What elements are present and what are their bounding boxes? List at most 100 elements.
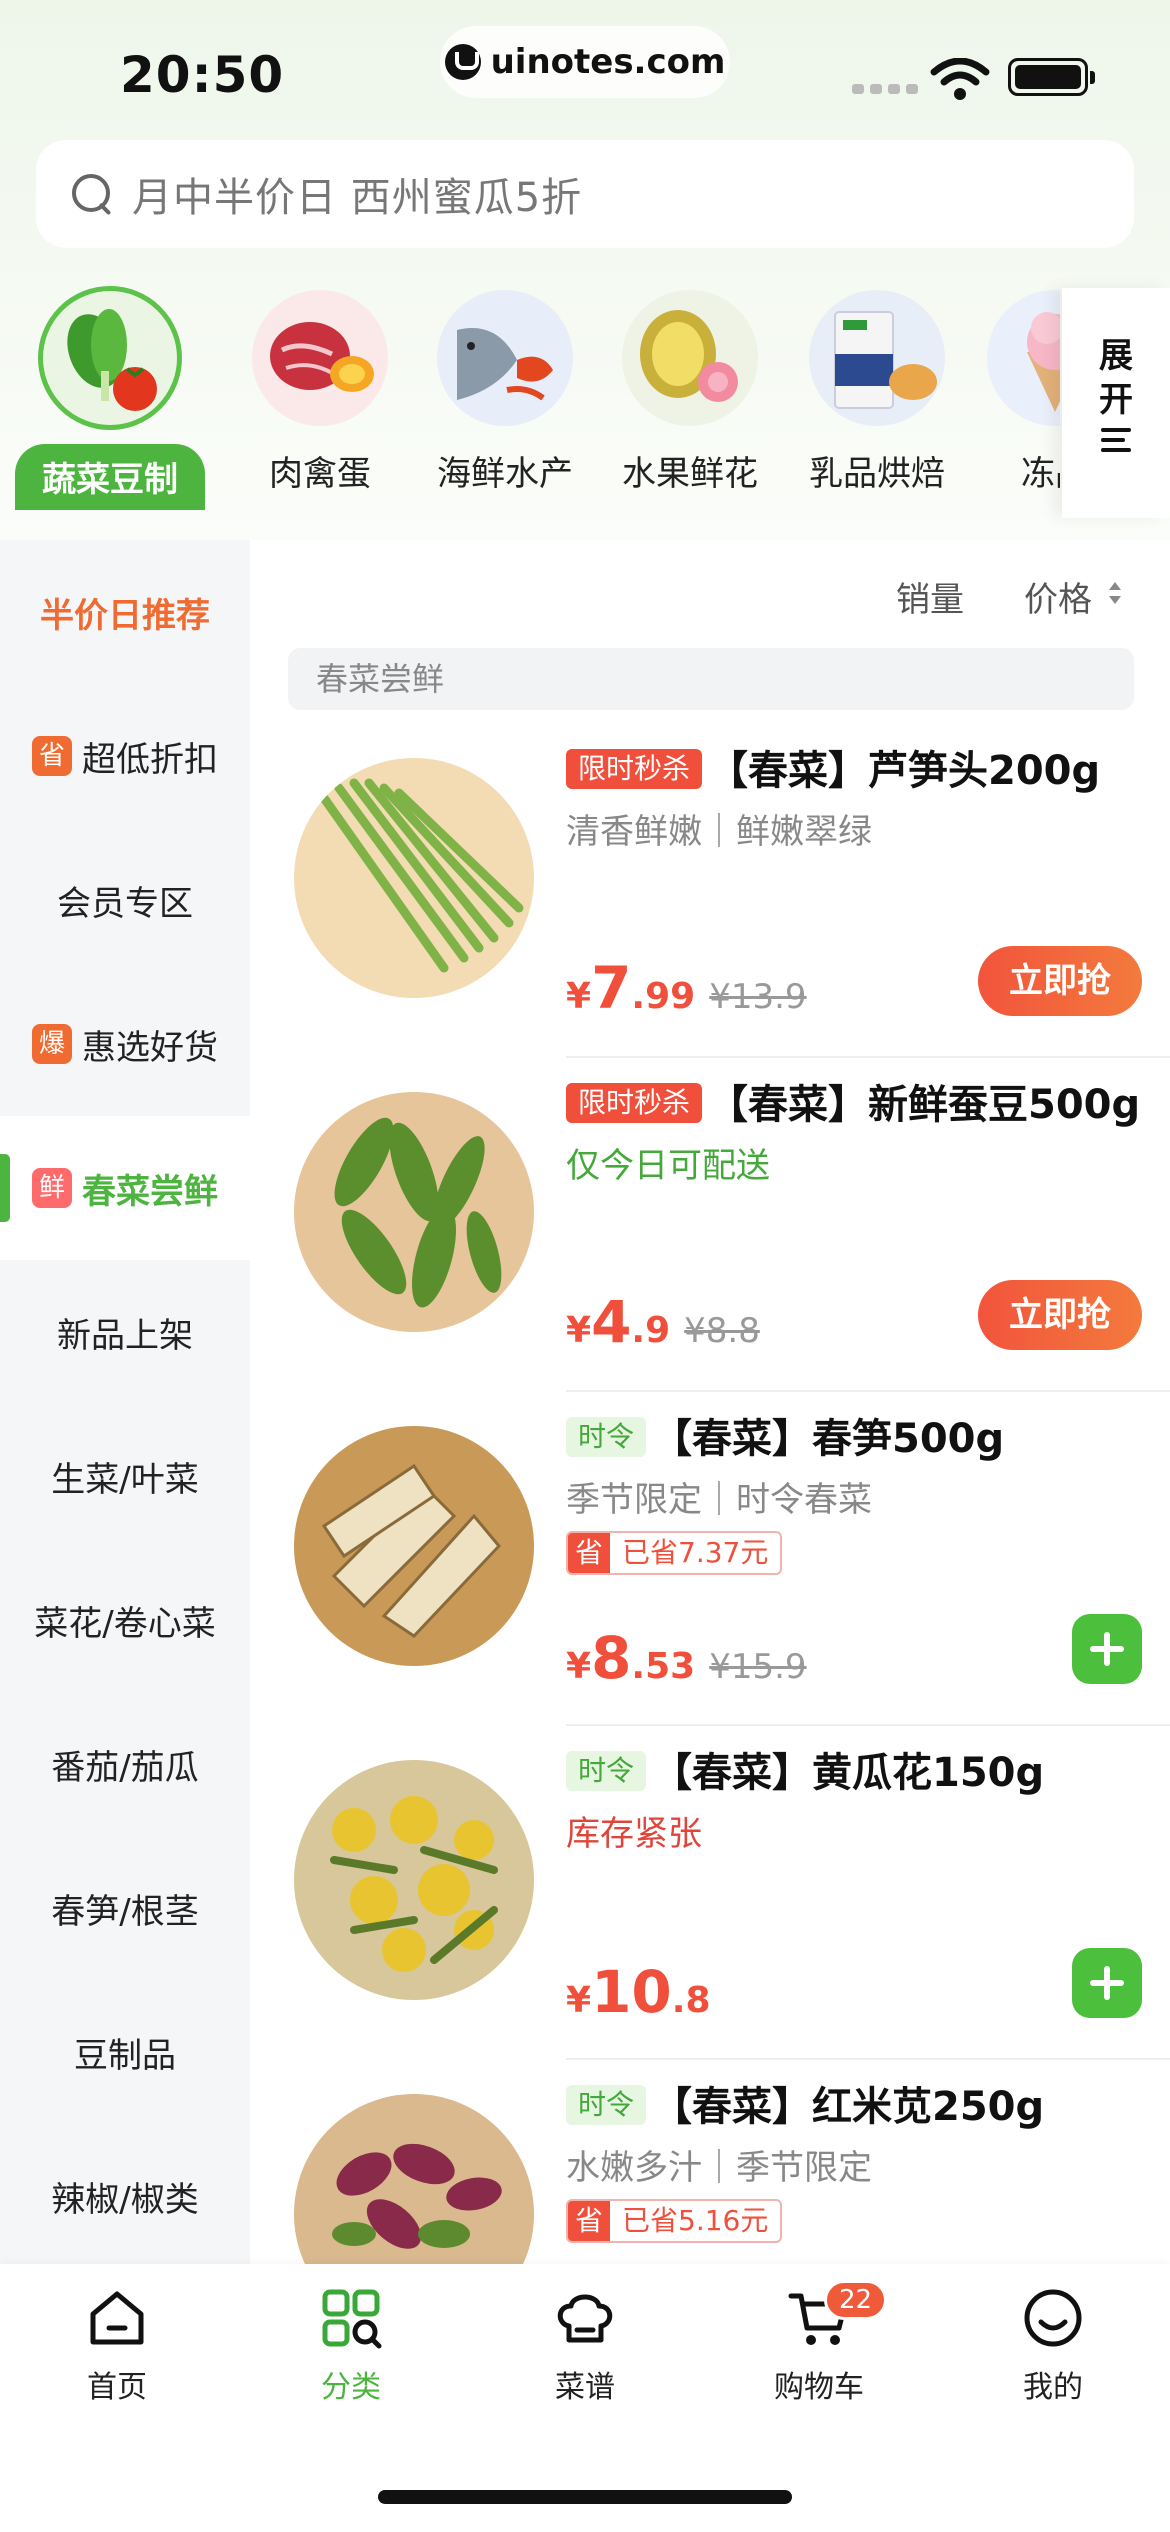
sidebar-item-peppers[interactable]: 辣椒/椒类 <box>0 2124 250 2264</box>
sidebar-item-label: 生菜/叶菜 <box>51 1459 199 1500</box>
category-frozen[interactable]: 冻品 <box>960 280 1060 510</box>
sidebar-item-label: 新品上架 <box>57 1315 193 1356</box>
grab-now-button[interactable]: 立即抢 <box>978 946 1142 1016</box>
frozen-icon <box>987 290 1060 426</box>
category-sidebar: 半价日推荐 省 超低折扣 会员专区 爆 惠选好货 鲜 春菜尝鲜 新品上架 生菜/… <box>0 540 250 2264</box>
product-card[interactable]: 时令 【春菜】红米苋250g 水嫩多汁｜季节限定 省已省5.16元 <box>250 2060 1170 2264</box>
meat-icon <box>252 290 388 426</box>
nav-label: 首页 <box>87 2370 147 2405</box>
nav-category[interactable]: 分类 <box>234 2286 468 2406</box>
flash-sale-tag: 限时秒杀 <box>566 1083 703 1123</box>
product-price: ¥4.9 ¥8.8 <box>566 1288 760 1356</box>
battery-icon <box>1008 58 1095 96</box>
category-label: 海鲜水产 <box>437 454 573 494</box>
product-card[interactable]: 时令 【春菜】黄瓜花150g 库存紧张 ¥10.8 <box>250 1726 1170 2060</box>
add-to-cart-button[interactable] <box>1072 1948 1142 2018</box>
product-info: 时令 【春菜】春笋500g 季节限定｜时令春菜 省已省7.37元 <box>566 1412 1146 1575</box>
sort-by-sales[interactable]: 销量 <box>896 572 964 621</box>
sidebar-item-label: 辣椒/椒类 <box>51 2179 199 2220</box>
search-placeholder: 月中半价日 西州蜜瓜5折 <box>132 175 583 221</box>
sidebar-item-tomato[interactable]: 番茄/茄瓜 <box>0 1692 250 1836</box>
sidebar-item-label: 番茄/茄瓜 <box>51 1747 199 1788</box>
vegetables-icon <box>38 286 182 430</box>
fresh-badge-icon: 鲜 <box>32 1168 72 1208</box>
product-info: 时令 【春菜】红米苋250g 水嫩多汁｜季节限定 省已省5.16元 <box>566 2080 1146 2243</box>
sidebar-item-cauliflower[interactable]: 菜花/卷心菜 <box>0 1548 250 1692</box>
category-fruit[interactable]: 水果鲜花 <box>595 280 785 510</box>
status-time: 20:50 <box>120 46 285 104</box>
sidebar-item-leafy-greens[interactable]: 生菜/叶菜 <box>0 1404 250 1548</box>
sidebar-item-label: 豆制品 <box>74 2035 176 2076</box>
nav-label: 菜谱 <box>555 2370 615 2405</box>
cart-count-badge: 22 <box>824 2280 888 2320</box>
bamboo-shoot-image <box>294 1426 534 1666</box>
product-price: ¥7.99 ¥13.9 <box>566 954 807 1022</box>
sidebar-item-half-price[interactable]: 半价日推荐 <box>0 540 250 684</box>
product-price: ¥8.53 ¥15.9 <box>566 1624 807 1692</box>
category-seafood[interactable]: 海鲜水产 <box>410 280 600 510</box>
seafood-icon <box>437 290 573 426</box>
product-title: 时令 【春菜】黄瓜花150g <box>566 1746 1146 1800</box>
sidebar-item-member[interactable]: 会员专区 <box>0 828 250 972</box>
product-title: 时令 【春菜】红米苋250g <box>566 2080 1146 2134</box>
nav-profile[interactable]: 我的 <box>936 2286 1170 2406</box>
category-meat[interactable]: 肉禽蛋 <box>225 280 415 510</box>
category-dairy[interactable]: 乳品烘焙 <box>782 280 972 510</box>
uinotes-logo-icon <box>444 44 481 80</box>
url-pill: uinotes.com <box>440 26 730 98</box>
product-title: 限时秒杀 【春菜】新鲜蚕豆500g <box>566 1078 1146 1132</box>
savings-badge: 省已省5.16元 <box>566 2199 783 2243</box>
product-subtitle: 清香鲜嫩｜鲜嫩翠绿 <box>566 812 872 852</box>
product-price: ¥10.8 <box>566 1958 711 2026</box>
nav-cart[interactable]: 22 购物车 <box>702 2280 936 2406</box>
expand-categories-button[interactable]: 展开 <box>1062 288 1170 518</box>
category-strip: 蔬菜豆制品 肉禽蛋 海鲜水产 <box>0 280 1060 510</box>
search-bar[interactable]: 月中半价日 西州蜜瓜5折 <box>36 140 1134 248</box>
product-card[interactable]: 限时秒杀 【春菜】新鲜蚕豆500g 仅今日可配送 ¥4.9 ¥8.8 立即抢 <box>250 1058 1170 1392</box>
category-vegetables[interactable]: 蔬菜豆制品 <box>15 280 205 510</box>
category-label: 乳品烘焙 <box>809 454 945 494</box>
home-icon <box>90 2291 144 2345</box>
sidebar-item-discount[interactable]: 省 超低折扣 <box>0 684 250 828</box>
category-label: 冻品 <box>1021 454 1060 494</box>
sort-by-price[interactable]: 价格 <box>1024 572 1092 621</box>
category-label: 肉禽蛋 <box>269 454 371 494</box>
sidebar-item-roots[interactable]: 春笋/根茎 <box>0 1836 250 1980</box>
url-text: uinotes.com <box>490 42 726 82</box>
product-title: 限时秒杀 【春菜】芦笋头200g <box>566 744 1146 798</box>
sidebar-item-hot-deals[interactable]: 爆 惠选好货 <box>0 972 250 1116</box>
nav-recipes[interactable]: 菜谱 <box>468 2286 702 2406</box>
sidebar-item-label: 半价日推荐 <box>40 595 210 636</box>
grab-now-button[interactable]: 立即抢 <box>978 1280 1142 1350</box>
search-icon <box>70 172 114 216</box>
save-badge-icon: 省 <box>32 736 72 776</box>
signal-icon <box>852 84 918 94</box>
sort-bar: 销量 价格 <box>250 560 1170 630</box>
product-info: 限时秒杀 【春菜】新鲜蚕豆500g 仅今日可配送 <box>566 1078 1146 1187</box>
sidebar-item-tofu[interactable]: 豆制品 <box>0 1980 250 2124</box>
save-icon: 省 <box>568 2201 610 2241</box>
menu-lines-icon <box>1101 428 1131 454</box>
sort-arrows-icon <box>1108 580 1122 610</box>
chef-hat-icon <box>557 2294 613 2343</box>
original-price: ¥15.9 <box>709 1647 807 1687</box>
nav-home[interactable]: 首页 <box>0 2286 234 2406</box>
dairy-icon <box>809 290 945 426</box>
sidebar-item-label: 春菜尝鲜 <box>82 1171 218 1212</box>
cucumber-flower-image <box>294 1760 534 2000</box>
add-to-cart-button[interactable] <box>1072 1614 1142 1684</box>
seasonal-tag: 时令 <box>566 1417 647 1457</box>
sidebar-item-spring-vegetables[interactable]: 鲜 春菜尝鲜 <box>0 1116 250 1260</box>
seasonal-tag: 时令 <box>566 1751 647 1791</box>
seasonal-tag: 时令 <box>566 2085 647 2125</box>
product-card[interactable]: 限时秒杀 【春菜】芦笋头200g 清香鲜嫩｜鲜嫩翠绿 ¥7.99 ¥13.9 立即抢 <box>250 724 1170 1058</box>
sidebar-item-label: 惠选好货 <box>82 1027 218 1068</box>
product-subtitle: 仅今日可配送 <box>566 1146 770 1186</box>
product-card[interactable]: 时令 【春菜】春笋500g 季节限定｜时令春菜 省已省7.37元 ¥8.53 ¥15… <box>250 1392 1170 1726</box>
product-subtitle: 季节限定｜时令春菜 <box>566 1480 872 1520</box>
product-subtitle: 水嫩多汁｜季节限定 <box>566 2148 872 2188</box>
sidebar-item-new-arrivals[interactable]: 新品上架 <box>0 1260 250 1404</box>
fruit-icon <box>622 290 758 426</box>
amaranth-image <box>294 2094 534 2264</box>
status-bar: 20:50 uinotes.com <box>0 0 1170 140</box>
